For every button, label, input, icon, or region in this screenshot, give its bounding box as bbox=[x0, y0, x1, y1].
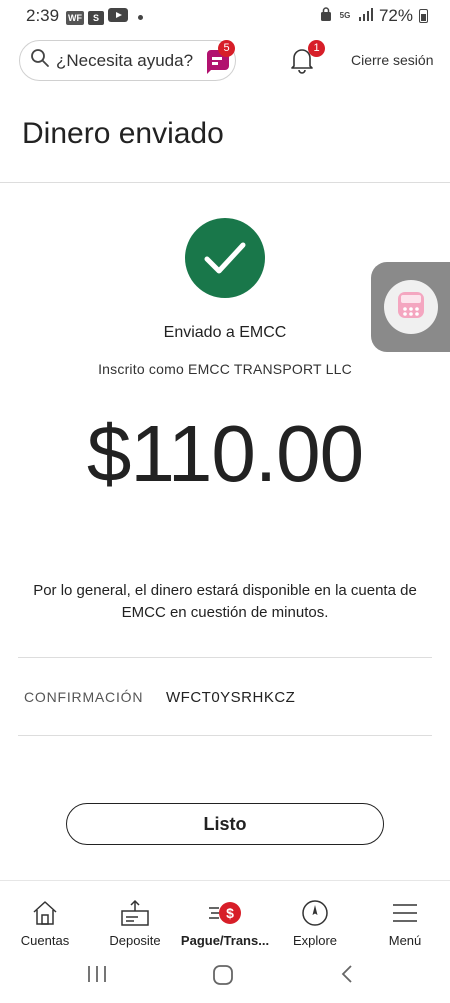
compass-icon bbox=[301, 895, 329, 931]
signout-link[interactable]: Cierre sesión bbox=[351, 52, 433, 68]
divider bbox=[18, 657, 432, 658]
chat-assistant-button[interactable]: 5 bbox=[204, 40, 235, 74]
app-drawer-icon bbox=[397, 291, 425, 324]
nav-label: Deposite bbox=[109, 933, 161, 948]
home-button[interactable] bbox=[212, 964, 234, 991]
chat-assistant-icon bbox=[204, 50, 230, 78]
back-button[interactable] bbox=[340, 964, 354, 989]
status-time: 2:39 bbox=[26, 6, 60, 25]
nav-label: Explore bbox=[292, 933, 338, 948]
lock-icon bbox=[320, 6, 331, 26]
header-divider bbox=[0, 182, 450, 183]
divider bbox=[18, 735, 432, 736]
nav-item-explore[interactable]: Explore bbox=[270, 881, 360, 949]
system-navigation-bar bbox=[0, 948, 450, 1003]
confirmation-code: WFCT0YSRHKCZ bbox=[166, 689, 296, 706]
bell-icon bbox=[290, 49, 314, 78]
notification-dot-icon bbox=[138, 15, 143, 20]
search-placeholder: ¿Necesita ayuda? bbox=[56, 50, 194, 70]
status-bar: 2:39 WF S 5G 72% bbox=[0, 0, 450, 30]
notifications-button[interactable]: 1 bbox=[290, 40, 325, 79]
notifications-badge-count: 1 bbox=[308, 40, 325, 57]
search-icon bbox=[30, 48, 50, 73]
edge-panel-handle[interactable] bbox=[371, 262, 450, 352]
nav-item-menu[interactable]: Menú bbox=[360, 881, 450, 949]
nav-item-pague-transfiera[interactable]: $ Pague/Trans... bbox=[180, 881, 270, 949]
enrolled-as-text: Inscrito como EMCC TRANSPORT LLC bbox=[98, 361, 352, 377]
chat-badge-count: 5 bbox=[218, 40, 235, 57]
confirmation-label: CONFIRMACIÓN bbox=[24, 689, 144, 705]
recents-button[interactable] bbox=[86, 964, 108, 989]
nav-item-cuentas[interactable]: Cuentas bbox=[0, 881, 90, 949]
page-title: Dinero enviado bbox=[22, 117, 224, 150]
nav-label: Pague/Trans... bbox=[180, 933, 270, 948]
deposit-icon bbox=[120, 895, 150, 931]
s-app-icon: S bbox=[88, 10, 104, 25]
battery-icon bbox=[419, 9, 428, 23]
nav-label: Cuentas bbox=[20, 933, 70, 948]
network-5g-icon: 5G bbox=[336, 9, 353, 23]
amount-sent: $110.00 bbox=[86, 409, 364, 498]
success-check-icon bbox=[185, 218, 265, 298]
pay-transfer-icon: $ bbox=[207, 895, 243, 931]
battery-percent: 72% bbox=[378, 6, 413, 25]
done-button[interactable]: Listo bbox=[66, 803, 384, 845]
svg-text:$: $ bbox=[226, 905, 234, 921]
home-icon bbox=[31, 895, 59, 931]
hamburger-menu-icon bbox=[391, 895, 419, 931]
nav-label: Menú bbox=[388, 933, 422, 948]
bottom-navigation: Cuentas Deposite $ Pague/Trans... Explor… bbox=[0, 880, 450, 948]
signal-icon bbox=[358, 6, 373, 26]
nav-item-deposite[interactable]: Deposite bbox=[90, 881, 180, 949]
youtube-icon bbox=[108, 8, 128, 27]
availability-note: Por lo general, el dinero estará disponi… bbox=[33, 582, 417, 621]
wf-app-icon: WF bbox=[66, 10, 84, 25]
